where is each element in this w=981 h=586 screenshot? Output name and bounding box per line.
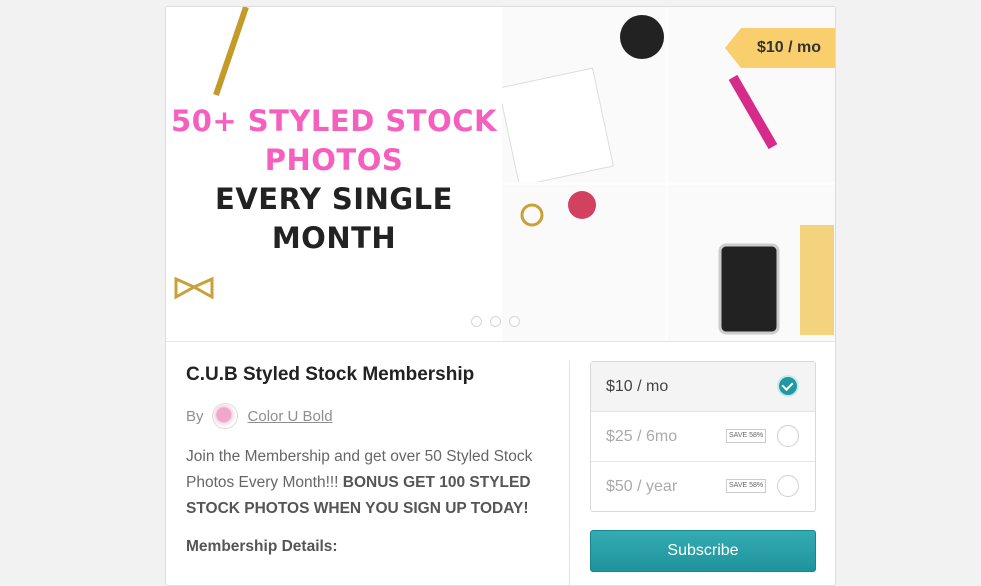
plan-options: $10 / mo $25 / 6mo SAVE 58% $50 / year S… [590, 361, 816, 512]
carousel-dot[interactable] [509, 316, 520, 327]
plan-label: $25 / 6mo [606, 428, 678, 445]
price-tag-label: $10 / mo [756, 39, 822, 56]
product-card: 50+ STYLED STOCK PHOTOS EVERY SINGLE MON… [165, 6, 836, 586]
hero-line-4: MONTH [271, 221, 397, 255]
author-link[interactable]: Color U Bold [248, 408, 333, 425]
radio-button[interactable] [777, 425, 799, 447]
plan-option-yearly[interactable]: $50 / year SAVE 58% [591, 462, 815, 511]
plan-label: $10 / mo [606, 378, 669, 395]
plan-option-monthly[interactable]: $10 / mo [591, 362, 815, 412]
hero-headline: 50+ STYLED STOCK PHOTOS EVERY SINGLE MON… [166, 102, 502, 258]
bowtie-clip-icon [174, 276, 214, 300]
plan-option-6-months[interactable]: $25 / 6mo SAVE 58% [591, 412, 815, 462]
notebook-photo [498, 7, 665, 187]
column-divider [569, 361, 570, 585]
gold-pen-icon [213, 7, 249, 96]
price-tag: $10 / mo [725, 28, 835, 68]
save-badge: SAVE 58% [726, 429, 767, 443]
phone-photo [668, 185, 835, 341]
product-info: C.U.B Styled Stock Membership By Color U… [186, 364, 546, 556]
hero-line-1: 50+ STYLED STOCK [171, 104, 497, 138]
product-title: C.U.B Styled Stock Membership [186, 364, 475, 385]
carousel-dots [471, 314, 528, 332]
hero-line-2: PHOTOS [264, 143, 404, 177]
carousel-dot[interactable] [471, 316, 482, 327]
hero-text-panel: 50+ STYLED STOCK PHOTOS EVERY SINGLE MON… [166, 7, 502, 341]
by-label: By [186, 407, 204, 425]
details-heading: Membership Details: [186, 538, 338, 555]
subscribe-button[interactable]: Subscribe [590, 530, 816, 572]
carousel-dot[interactable] [490, 316, 501, 327]
plan-label: $50 / year [606, 478, 678, 495]
author-line: By Color U Bold [186, 403, 546, 429]
avatar[interactable] [211, 403, 238, 429]
check-icon[interactable] [777, 375, 799, 397]
radio-button[interactable] [777, 475, 799, 497]
product-image-carousel[interactable]: 50+ STYLED STOCK PHOTOS EVERY SINGLE MON… [166, 7, 835, 342]
product-description: Join the Membership and get over 50 Styl… [186, 444, 546, 522]
hero-line-3: EVERY SINGLE [215, 182, 453, 216]
save-badge: SAVE 58% [726, 479, 767, 493]
